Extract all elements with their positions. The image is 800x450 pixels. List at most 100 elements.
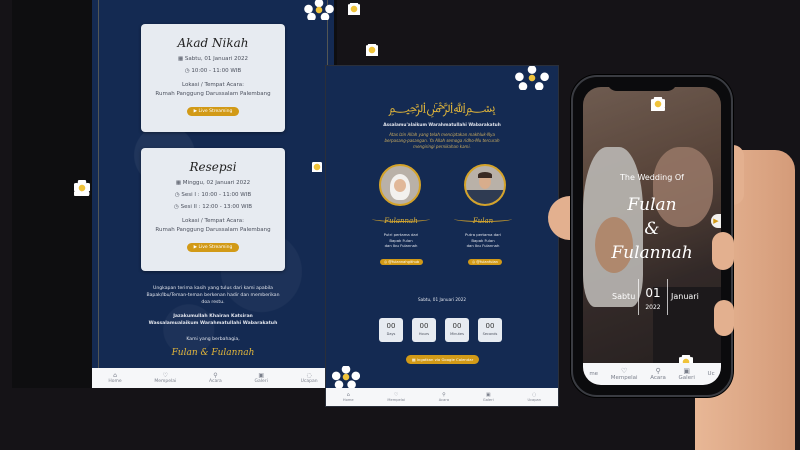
- nav-ucapan-label: Uc: [707, 371, 715, 377]
- resepsi-sesi2: Sesi II : 12:00 - 13:00 WIB: [180, 204, 252, 210]
- akad-title: Akad Nikah: [177, 36, 249, 50]
- thanks-line-2: Bapak/Ibu/Teman-teman berkenan hadir dan…: [146, 293, 280, 298]
- nav-acara[interactable]: ⚲ Acara: [650, 367, 666, 381]
- jazakumullah-line-1: Jazakumullah Khairan Katsiran: [173, 314, 253, 319]
- date-day: Sabtu: [612, 292, 636, 301]
- nav-mempelai-label: Mempelai: [610, 375, 638, 381]
- date-year: 2022: [645, 304, 661, 311]
- nav-galeri[interactable]: ▣ Galeri: [483, 392, 494, 402]
- resepsi-live-streaming-label: Live Streaming: [198, 245, 233, 250]
- date-number: 01: [645, 286, 661, 300]
- groom-instagram-button[interactable]: ◎ @fulanfulan: [468, 259, 502, 265]
- google-calendar-button[interactable]: ▦ Ingatkan via Google Calendar: [406, 355, 480, 364]
- akad-location-label: Lokasi / Tempat Acara:: [181, 82, 244, 88]
- nav-acara[interactable]: ⚲ Acara: [209, 372, 222, 384]
- resepsi-location: Rumah Panggung Darussalam Palembang: [155, 227, 271, 233]
- akad-date-row: ▦ Sabtu, 01 Januari 2022: [141, 56, 285, 62]
- nav-galeri[interactable]: ▣ Galeri: [255, 372, 268, 384]
- nav-ucapan[interactable]: ◌ Ucapan: [301, 372, 318, 384]
- regards-text: Kami yang berbahagia,: [186, 337, 240, 342]
- nav-ucapan[interactable]: ◌ Ucapan: [527, 392, 541, 402]
- flower-decoration: [651, 97, 665, 111]
- groom-avatar: [464, 164, 506, 206]
- greeting-text: Assalamu'alaikum Warahmatullahi Wabaraka…: [383, 123, 501, 128]
- calendar-icon: ▦: [175, 180, 183, 186]
- wedding-of-label: The Wedding Of: [620, 173, 684, 182]
- nav-ucapan[interactable]: Uc: [708, 371, 715, 377]
- location-pin-icon: ⚲: [213, 372, 218, 379]
- nav-home[interactable]: me: [589, 371, 598, 377]
- calendar-icon: ▦: [177, 56, 185, 62]
- nav-acara[interactable]: ⚲ Acara: [439, 392, 449, 402]
- akad-location: Rumah Panggung Darussalam Palembang: [155, 91, 271, 97]
- bottom-navbar: me ♡ Mempelai ⚲ Acara ▣ Galeri Uc: [583, 363, 721, 385]
- countdown-seconds-value: 00: [485, 322, 495, 330]
- countdown-minutes-unit: Minutes: [450, 332, 464, 336]
- akad-card: Akad Nikah ▦ Sabtu, 01 Januari 2022 ◷ 10…: [141, 24, 285, 132]
- laurel-divider: [454, 216, 512, 222]
- resepsi-sesi2-row: ◷ Sesi II : 12:00 - 13:00 WIB: [141, 204, 285, 210]
- nav-mempelai[interactable]: ♡ Mempelai: [611, 367, 638, 381]
- countdown-seconds-unit: Seconds: [482, 332, 498, 336]
- flower-decoration: [312, 162, 322, 172]
- flower-decoration: [366, 44, 378, 56]
- countdown-hours-value: 00: [419, 322, 429, 330]
- resepsi-sesi1-row: ◷ Sesi I : 10:00 - 11:00 WIB: [141, 192, 285, 198]
- tablet-preview: ﷽ Assalamu'alaikum Warahmatullahi Wabara…: [325, 65, 559, 407]
- laurel-divider: [372, 216, 430, 222]
- resepsi-title: Resepsi: [189, 160, 237, 174]
- nav-galeri-label: Galeri: [678, 375, 695, 381]
- nav-home[interactable]: ⌂ Home: [108, 372, 121, 384]
- countdown-minutes: 00 Minutes: [445, 318, 469, 342]
- bride-parent-line-3: dan Ibu Fulannah: [384, 243, 418, 248]
- bride-avatar: [379, 164, 421, 206]
- akad-live-streaming-label: Live Streaming: [198, 109, 233, 114]
- nav-ucapan-label: Ucapan: [300, 379, 318, 384]
- flower-decoration: [332, 366, 360, 388]
- groom-parent-line-3: dan Ibu Fulannah: [466, 243, 500, 248]
- face-shape: [394, 179, 406, 192]
- frame-line-left: [98, 0, 99, 388]
- phone-notch: [607, 77, 677, 91]
- thanks-line-3: doa restu.: [201, 300, 225, 305]
- intro-line-2: berpasang-pasangan. Ya Allah semoga ridh…: [384, 138, 500, 143]
- resepsi-card: Resepsi ▦ Minggu, 02 Januari 2022 ◷ Sesi…: [141, 148, 285, 271]
- nav-ucapan-label: Ucapan: [527, 398, 542, 402]
- nav-mempelai[interactable]: ♡ Mempelai: [387, 392, 405, 402]
- date-month: Januari: [671, 292, 699, 301]
- chat-icon: ◌: [306, 372, 312, 379]
- bride-name: Fulannah: [611, 243, 693, 263]
- akad-time: 10:00 - 11:00 WIB: [191, 68, 242, 74]
- akad-time-row: ◷ 10:00 - 11:00 WIB: [141, 68, 285, 74]
- groom-name: Fulan: [627, 195, 677, 215]
- flower-decoration: [348, 3, 360, 15]
- event-date: Sabtu, 01 Januari 2022: [417, 297, 467, 302]
- akad-live-streaming-button[interactable]: ▶ Live Streaming: [186, 107, 240, 116]
- music-play-button[interactable]: ▶: [711, 214, 721, 228]
- finger-shape: [712, 232, 734, 270]
- groom-instagram-label: @fulanfulan: [476, 260, 498, 264]
- nav-acara-label: Acara: [438, 398, 450, 402]
- bottom-navbar: ⌂ Home ♡ Mempelai ⚲ Acara ▣ Galeri ◌ Ucapan: [326, 388, 558, 406]
- nav-mempelai-label: Mempelai: [154, 379, 177, 384]
- resepsi-sesi1: Sesi I : 10:00 - 11:00 WIB: [181, 192, 252, 198]
- date-divider: [638, 279, 639, 315]
- resepsi-live-streaming-button[interactable]: ▶ Live Streaming: [186, 243, 240, 252]
- countdown-days: 00 Days: [379, 318, 403, 342]
- home-icon: ⌂: [113, 372, 117, 379]
- countdown-days-value: 00: [386, 322, 396, 330]
- bride-instagram-label: @fulannahgithub: [388, 260, 420, 264]
- bride-instagram-button[interactable]: ◎ @fulannahgithub: [380, 259, 424, 265]
- phone-screen: The Wedding Of Fulan & Fulannah Sabtu 01…: [583, 87, 721, 385]
- ampersand: &: [644, 219, 660, 239]
- nav-home[interactable]: ⌂ Home: [343, 392, 354, 402]
- image-icon: ▣: [258, 372, 265, 379]
- countdown-seconds: 00 Seconds: [478, 318, 502, 342]
- nav-galeri[interactable]: ▣ Galeri: [679, 367, 695, 381]
- nav-mempelai[interactable]: ♡ Mempelai: [154, 372, 176, 384]
- flower-decoration: [304, 0, 334, 20]
- suit-shape: [466, 190, 504, 204]
- jazakumullah-line-2: Wassalamualaikum Warahmatullahi Wabaraka…: [148, 321, 278, 326]
- nav-galeri-label: Galeri: [482, 398, 494, 402]
- desktop-preview: Akad Nikah ▦ Sabtu, 01 Januari 2022 ◷ 10…: [12, 0, 337, 388]
